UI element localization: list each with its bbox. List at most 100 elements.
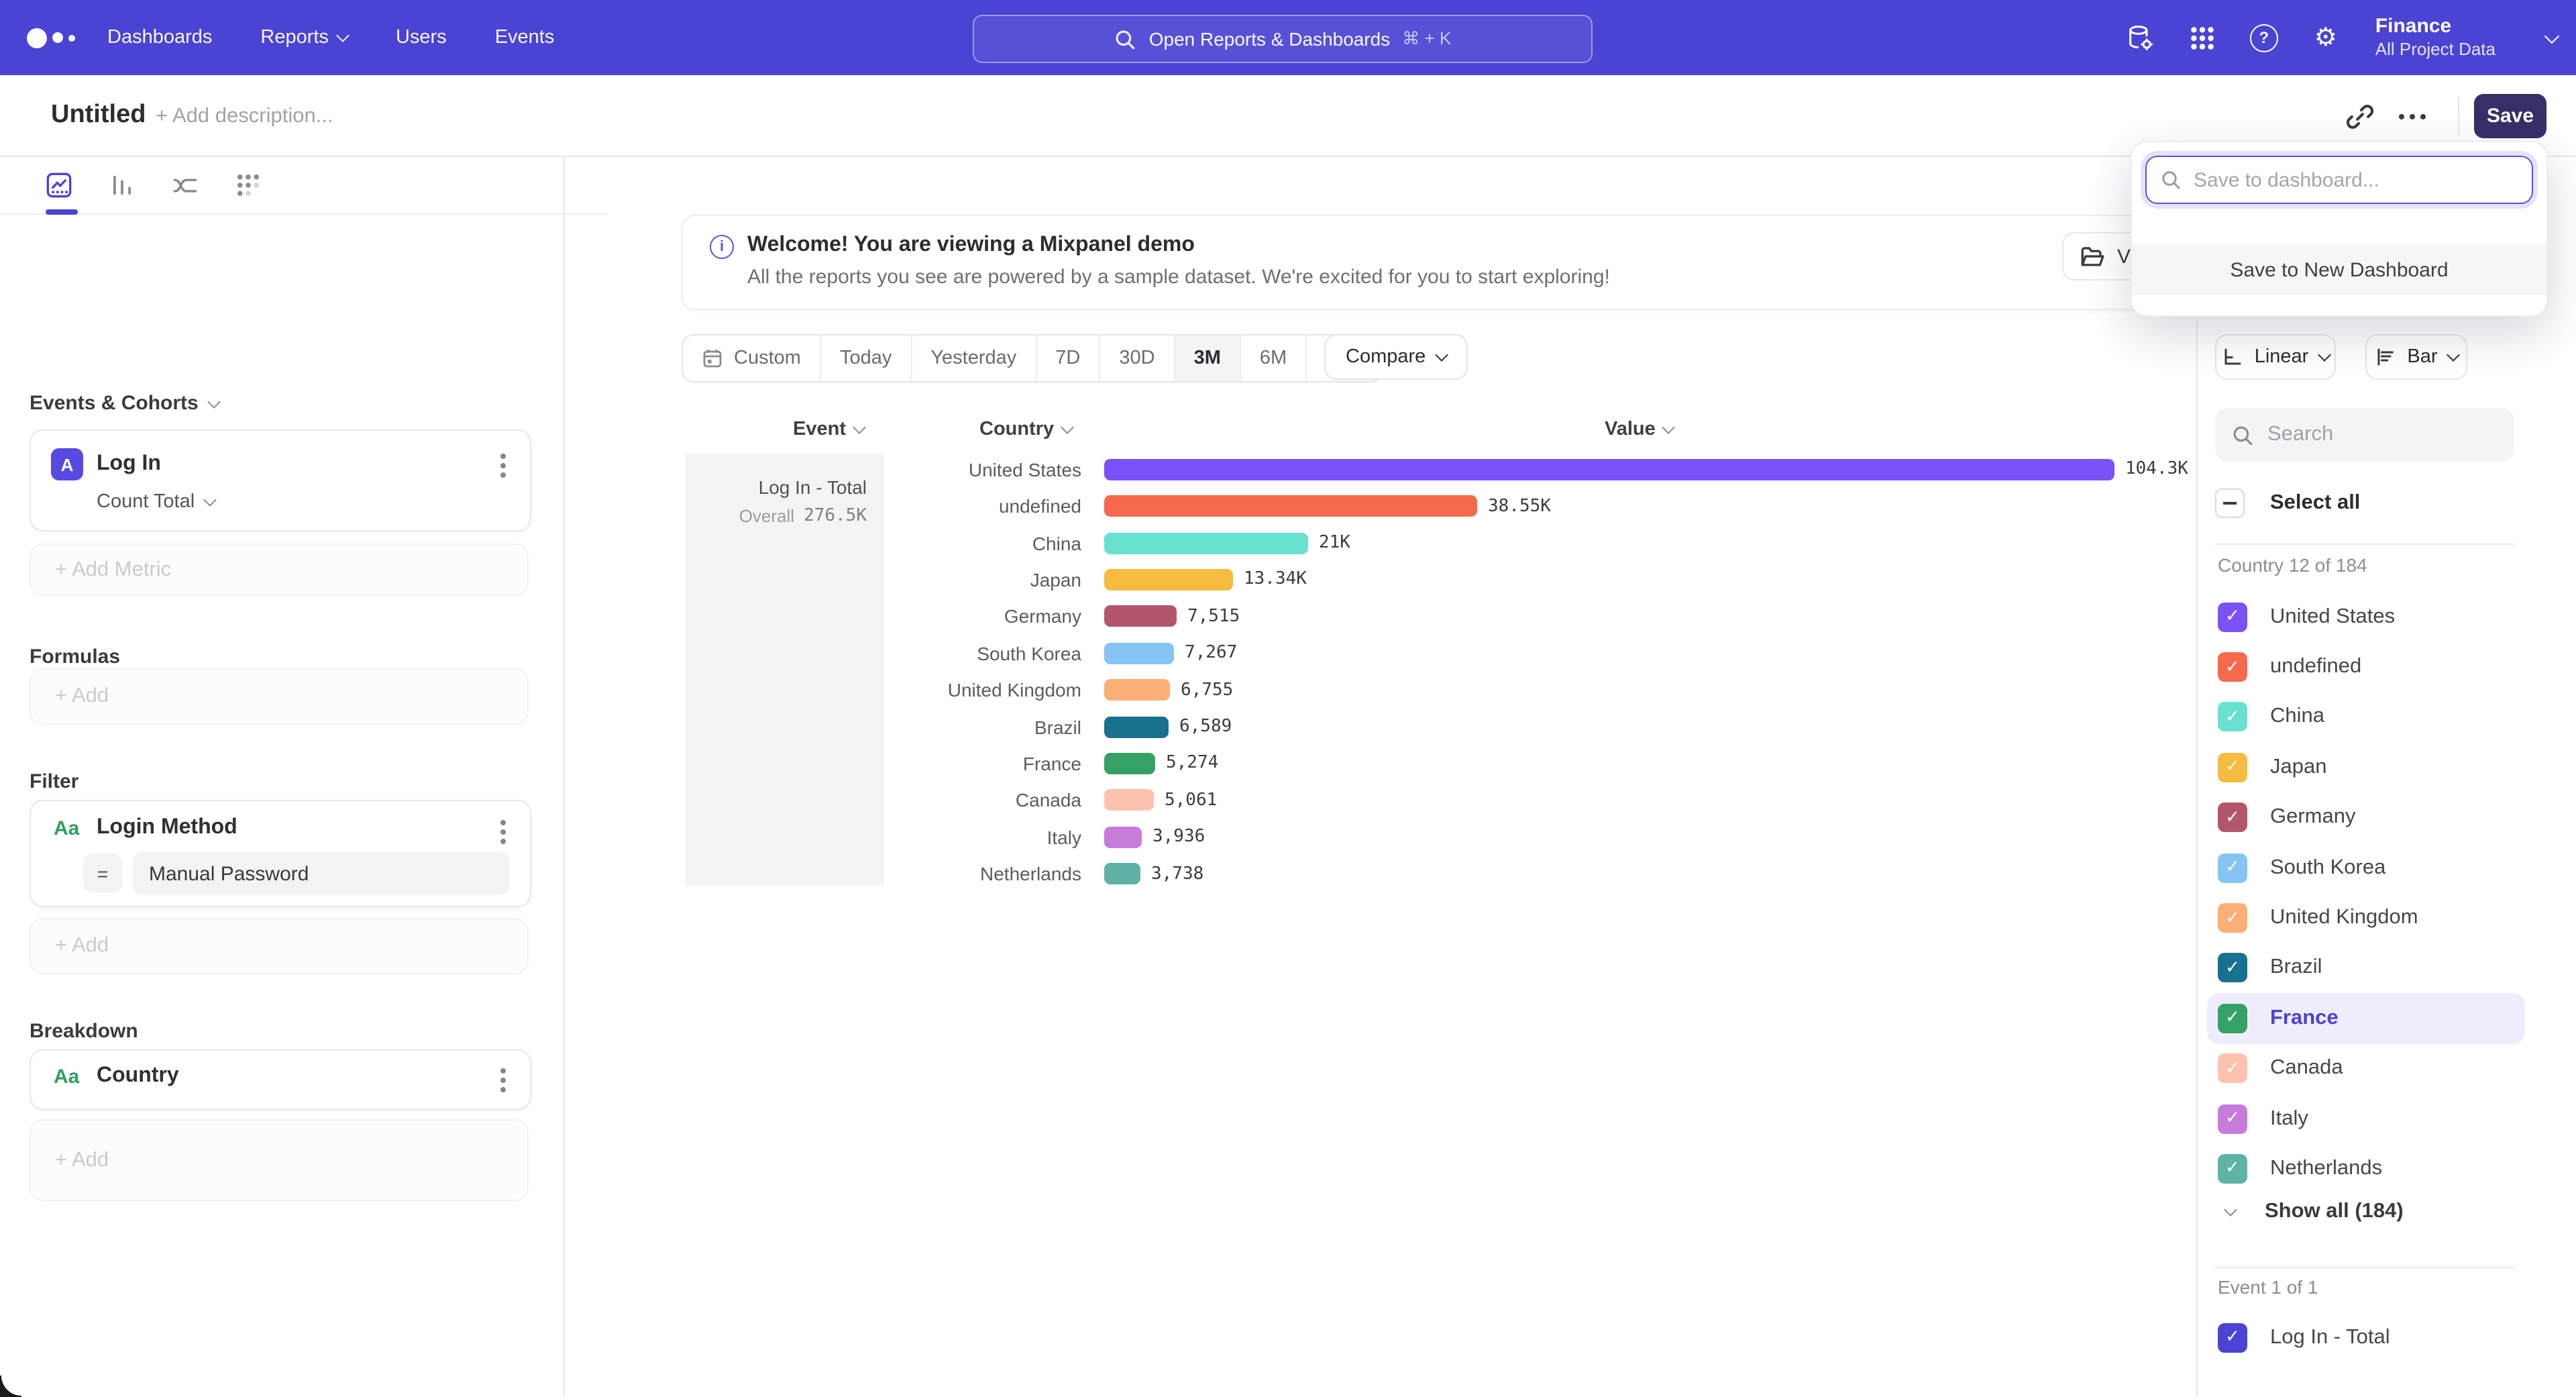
breakdown-kebab-icon[interactable] <box>500 1078 506 1083</box>
date-range-6m[interactable]: 6M <box>1240 335 1305 381</box>
filter-value[interactable]: Manual Password <box>133 852 510 895</box>
mixpanel-logo[interactable] <box>27 0 75 75</box>
checkbox-checked[interactable]: ✓ <box>2218 753 2247 782</box>
filter-search-input[interactable]: Search <box>2215 408 2514 462</box>
breakdown-card[interactable]: Aa Country <box>30 1049 531 1110</box>
add-filter-button[interactable]: + Add <box>30 918 529 974</box>
country-filter-row[interactable]: ✓France <box>2207 993 2525 1043</box>
bar[interactable] <box>1104 606 1177 627</box>
bar[interactable] <box>1104 458 2114 480</box>
help-icon[interactable]: ? <box>2249 23 2279 52</box>
nav-item-label: Reports <box>260 27 329 48</box>
checkbox-checked[interactable]: ✓ <box>2218 1154 2247 1184</box>
date-range-7d[interactable]: 7D <box>1035 335 1099 381</box>
column-header-value[interactable]: Value <box>1605 419 1673 440</box>
tab-funnels-icon[interactable] <box>109 171 136 198</box>
bar-category-label: Canada <box>892 790 1081 811</box>
checkbox-checked[interactable]: ✓ <box>2218 1004 2247 1033</box>
compare-button[interactable]: Compare <box>1324 334 1467 380</box>
country-filter-row[interactable]: ✓Japan <box>2207 742 2525 792</box>
checkbox-checked[interactable]: ✓ <box>2218 853 2247 882</box>
top-navbar: Dashboards Reports Users Events Open Report… <box>0 0 2576 75</box>
bar[interactable] <box>1104 863 1140 884</box>
country-filter-row[interactable]: ✓Brazil <box>2207 943 2525 993</box>
add-description-field[interactable]: + Add description... <box>156 105 333 129</box>
select-all-row[interactable]: Select all <box>2215 488 2360 518</box>
checkbox-checked[interactable]: ✓ <box>2218 703 2247 732</box>
tab-retention-icon[interactable] <box>235 171 262 198</box>
save-to-new-dashboard-option[interactable]: Save to New Dashboard <box>2132 244 2546 295</box>
data-management-icon[interactable] <box>2126 23 2155 52</box>
metric-name[interactable]: Log In <box>97 452 161 476</box>
country-section-label: Country 12 of 184 <box>2218 554 2367 576</box>
events-cohorts-header[interactable]: Events & Cohorts <box>30 392 219 415</box>
report-title[interactable]: Untitled <box>51 101 146 130</box>
more-actions-icon[interactable] <box>2410 114 2415 119</box>
add-breakdown-button[interactable]: + Add <box>30 1119 529 1201</box>
checkbox-checked[interactable]: ✓ <box>2218 903 2247 933</box>
column-header-event[interactable]: Event <box>793 419 863 440</box>
country-filter-row[interactable]: ✓Italy <box>2207 1094 2525 1144</box>
bar[interactable] <box>1104 827 1142 848</box>
filter-property-name[interactable]: Login Method <box>97 816 237 840</box>
date-range-3m[interactable]: 3M <box>1174 335 1240 381</box>
filter-card[interactable]: Aa Login Method = Manual Password <box>30 800 531 907</box>
checkbox-checked[interactable]: ✓ <box>2218 602 2247 631</box>
bar-row: undefined38.55K <box>892 488 2187 525</box>
country-filter-row[interactable]: ✓Canada <box>2207 1043 2525 1094</box>
checkbox-checked[interactable]: ✓ <box>2218 803 2247 833</box>
bar[interactable] <box>1104 716 1169 737</box>
bar[interactable] <box>1104 790 1154 811</box>
event-filter-row[interactable]: ✓ Log In - Total <box>2207 1312 2525 1363</box>
nav-item-events[interactable]: Events <box>495 0 555 75</box>
date-range-today[interactable]: Today <box>820 335 910 381</box>
checkbox-checked[interactable]: ✓ <box>2218 953 2247 983</box>
nav-item-users[interactable]: Users <box>396 0 447 75</box>
add-metric-button[interactable]: + Add Metric <box>30 544 529 596</box>
nav-item-dashboards[interactable]: Dashboards <box>107 0 212 75</box>
scale-selector[interactable]: Linear <box>2215 334 2336 380</box>
country-filter-row[interactable]: ✓Germany <box>2207 792 2525 843</box>
date-range-custom[interactable]: Custom <box>683 335 820 381</box>
tab-insights-icon[interactable] <box>46 171 72 198</box>
country-filter-row[interactable]: ✓undefined <box>2207 642 2525 692</box>
project-switcher[interactable]: Finance All Project Data <box>2375 15 2496 60</box>
save-button[interactable]: Save <box>2474 94 2546 138</box>
country-filter-row[interactable]: ✓Netherlands <box>2207 1144 2525 1194</box>
bar[interactable] <box>1104 753 1155 774</box>
settings-gear-icon[interactable]: ⚙ <box>2311 23 2341 52</box>
metric-card[interactable]: A Log In Count Total <box>30 429 531 531</box>
chart-type-selector[interactable]: Bar <box>2365 334 2467 380</box>
checkbox-indeterminate[interactable] <box>2215 488 2245 518</box>
checkbox-checked[interactable]: ✓ <box>2218 1104 2247 1133</box>
bar[interactable] <box>1104 532 1308 554</box>
chevron-down-icon[interactable] <box>2544 28 2560 44</box>
checkbox-checked[interactable]: ✓ <box>2218 1323 2247 1352</box>
country-filter-row[interactable]: ✓China <box>2207 692 2525 743</box>
column-header-country[interactable]: Country <box>979 419 1071 440</box>
apps-grid-icon[interactable] <box>2188 23 2217 52</box>
save-dashboard-search-input[interactable]: Save to dashboard... <box>2145 156 2533 204</box>
nav-item-reports[interactable]: Reports <box>260 0 347 75</box>
show-all-button[interactable]: Show all (184) <box>2207 1200 2404 1224</box>
aggregation-selector[interactable]: Count Total <box>97 491 215 513</box>
checkbox-checked[interactable]: ✓ <box>2218 652 2247 682</box>
country-filter-row[interactable]: ✓United Kingdom <box>2207 893 2525 943</box>
filter-operator[interactable]: = <box>83 853 122 892</box>
breakdown-property-name[interactable]: Country <box>97 1064 179 1088</box>
date-range-30d[interactable]: 30D <box>1099 335 1173 381</box>
global-search[interactable]: Open Reports & Dashboards ⌘ + K <box>973 15 1593 63</box>
copy-link-icon[interactable] <box>2345 102 2375 132</box>
bar[interactable] <box>1104 679 1170 701</box>
bar[interactable] <box>1104 569 1233 590</box>
country-filter-row[interactable]: ✓South Korea <box>2207 843 2525 893</box>
tab-flows-icon[interactable] <box>172 171 199 198</box>
filter-kebab-icon[interactable] <box>500 829 506 835</box>
country-filter-row[interactable]: ✓United States <box>2207 592 2525 642</box>
metric-kebab-icon[interactable] <box>500 463 506 468</box>
add-formula-button[interactable]: + Add <box>30 668 529 725</box>
bar[interactable] <box>1104 495 1477 517</box>
checkbox-checked[interactable]: ✓ <box>2218 1053 2247 1083</box>
bar[interactable] <box>1104 642 1174 664</box>
date-range-yesterday[interactable]: Yesterday <box>910 335 1035 381</box>
